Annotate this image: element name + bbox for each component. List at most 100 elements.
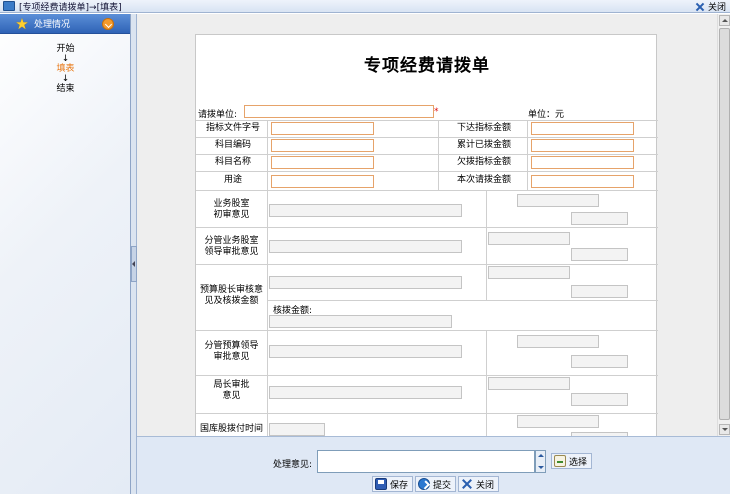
- step-arrow-down-icon: ↓: [61, 54, 70, 64]
- purpose-label: 用途: [223, 175, 242, 185]
- table-line: [196, 120, 658, 121]
- budget-leader-signer: [517, 335, 599, 348]
- doc-no-label: 指标文件字号: [205, 123, 260, 133]
- business-review-opinion: [269, 204, 462, 217]
- branch-leader-label: 分管业务股室 领导审批意见: [204, 236, 259, 257]
- content-area: 专项经费请拨单 请拨单位: * 单位：元 指标文件字号 下达指标金额 科目编码 …: [137, 14, 730, 436]
- subject-code-label: 科目编码: [214, 140, 251, 150]
- budget-leader-label: 分管预算领导 审批意见: [204, 341, 259, 362]
- director-signer: [488, 377, 570, 390]
- choose-button-label: 选择: [569, 457, 588, 468]
- treasury-time-input: [269, 423, 325, 436]
- star-icon: ★: [15, 14, 29, 33]
- submit-button[interactable]: 提交: [415, 476, 457, 492]
- business-review-date: [571, 212, 628, 225]
- budget-review-signer: [488, 266, 570, 279]
- workflow-steps: 开始 ↓ 填表 ↓ 结束: [0, 44, 131, 94]
- purpose-input[interactable]: [271, 175, 374, 188]
- business-review-signer: [517, 194, 599, 207]
- panel-header-label: 处理情况: [34, 20, 71, 30]
- window-icon: [3, 1, 15, 11]
- current-amount-input[interactable]: [531, 175, 634, 188]
- budget-leader-opinion: [269, 345, 462, 358]
- table-line: [196, 227, 658, 228]
- title-bar: [专项经费请拨单]→[填表] 关闭: [0, 0, 730, 13]
- budget-review-opinion: [269, 276, 462, 289]
- close-icon: [694, 2, 706, 12]
- opinion-spinner[interactable]: [535, 450, 546, 473]
- save-button[interactable]: 保存: [372, 476, 414, 492]
- save-button-label: 保存: [390, 480, 409, 491]
- issued-amount-input[interactable]: [531, 122, 634, 135]
- opinion-label: 处理意见:: [273, 460, 313, 470]
- table-line: [196, 413, 658, 414]
- treasury-time-label: 国库股拨付时间: [199, 424, 263, 434]
- scroll-thumb[interactable]: [719, 28, 730, 420]
- required-mark: *: [434, 107, 439, 117]
- step-current: 填表: [56, 64, 75, 74]
- form-sheet: 专项经费请拨单 请拨单位: * 单位：元 指标文件字号 下达指标金额 科目编码 …: [195, 34, 658, 436]
- issued-amount-label: 下达指标金额: [456, 123, 511, 133]
- step-arrow-down-icon: ↓: [61, 74, 70, 84]
- table-line: [196, 154, 658, 155]
- budget-review-label: 预算股长审核意 见及核拨金额: [199, 285, 263, 306]
- approved-amount-input: [269, 315, 452, 328]
- step-end: 结束: [56, 84, 75, 94]
- subject-name-label: 科目名称: [214, 157, 251, 167]
- cumulative-amount-input[interactable]: [531, 139, 634, 152]
- left-panel: ★ 处理情况 开始 ↓ 填表 ↓ 结束: [0, 14, 131, 494]
- close-button[interactable]: 关闭: [458, 476, 500, 492]
- choose-icon: [554, 455, 566, 467]
- vertical-scrollbar[interactable]: [717, 14, 730, 436]
- table-line: [196, 190, 658, 191]
- subject-name-input[interactable]: [271, 156, 374, 169]
- treasury-signer: [517, 415, 599, 428]
- budget-leader-date: [571, 355, 628, 368]
- branch-leader-opinion: [269, 240, 462, 253]
- table-line: [196, 264, 658, 265]
- applicant-unit-label: 请拨单位:: [198, 110, 238, 120]
- director-label: 局长审批 意见: [213, 380, 250, 401]
- table-line: [527, 120, 528, 190]
- branch-leader-date: [571, 248, 628, 261]
- subject-code-input[interactable]: [271, 139, 374, 152]
- table-line: [438, 120, 439, 190]
- budget-review-date: [571, 285, 628, 298]
- submit-button-label: 提交: [433, 480, 452, 491]
- table-line: [196, 330, 658, 331]
- table-line: [196, 171, 658, 172]
- director-opinion: [269, 386, 462, 399]
- table-line: [486, 330, 487, 436]
- window-title: [专项经费请拨单]→[填表]: [19, 2, 122, 13]
- scroll-up-button[interactable]: [719, 15, 730, 26]
- submit-icon: [418, 478, 430, 490]
- applicant-unit-input[interactable]: [244, 105, 434, 118]
- table-line: [267, 120, 268, 190]
- action-bar: 处理意见: 选择 保存 提交 关闭: [137, 436, 730, 494]
- table-line: [486, 190, 487, 300]
- window-close-button[interactable]: 关闭: [694, 0, 726, 13]
- doc-no-input[interactable]: [271, 122, 374, 135]
- form-title: 专项经费请拨单: [364, 56, 490, 76]
- collapse-icon[interactable]: [102, 18, 114, 30]
- owed-amount-label: 欠拨指标金额: [456, 157, 511, 167]
- table-line: [196, 375, 658, 376]
- unit-label: 单位：元: [528, 110, 565, 120]
- current-amount-label: 本次请拨金额: [456, 175, 511, 185]
- owed-amount-input[interactable]: [531, 156, 634, 169]
- director-date: [571, 393, 628, 406]
- business-review-label: 业务股室 初审意见: [213, 199, 250, 220]
- step-start: 开始: [56, 44, 75, 54]
- close-icon: [461, 478, 473, 490]
- cumulative-amount-label: 累计已拨金额: [456, 140, 511, 150]
- save-icon: [375, 478, 387, 490]
- choose-button[interactable]: 选择: [551, 453, 593, 469]
- panel-header: ★ 处理情况: [0, 14, 130, 34]
- table-line: [267, 300, 658, 301]
- close-button-label: 关闭: [476, 480, 495, 491]
- window-close-label: 关闭: [707, 3, 726, 13]
- scroll-down-button[interactable]: [719, 424, 730, 435]
- opinion-textarea[interactable]: [317, 450, 535, 473]
- branch-leader-signer: [488, 232, 570, 245]
- table-line: [196, 137, 658, 138]
